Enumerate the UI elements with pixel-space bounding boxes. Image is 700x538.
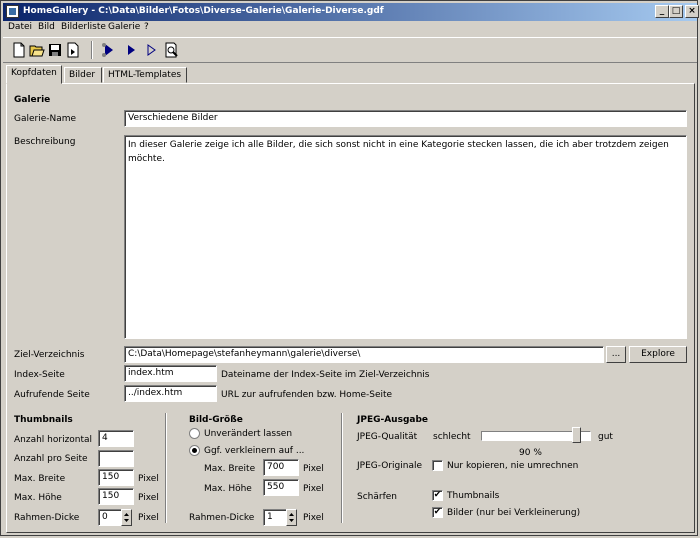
preview-icon[interactable] — [163, 42, 179, 58]
beschreibung-label: Beschreibung — [14, 137, 76, 147]
aufrufende-seite-label: Aufrufende Seite — [14, 390, 90, 400]
tab-bilder-label: Bilder — [69, 70, 96, 80]
thumb-pro-seite-label: Anzahl pro Seite — [14, 454, 88, 464]
run-icon[interactable] — [123, 42, 139, 58]
index-seite-label: Index-Seite — [14, 370, 65, 380]
thumb-breite-unit: Pixel — [138, 474, 159, 484]
run-outline-icon[interactable] — [143, 42, 159, 58]
menu-galerie[interactable]: Galerie — [108, 22, 140, 32]
main-window: HomeGallery - C:\Data\Bilder\Fotos\Diver… — [0, 0, 699, 536]
jpeg-originale-checkbox[interactable] — [432, 460, 443, 471]
galerie-name-label: Galerie-Name — [14, 114, 77, 124]
thumb-rahmen-label: Rahmen-Dicke — [14, 513, 80, 523]
bild-hoehe-input[interactable]: 550 — [263, 479, 299, 496]
tab-html-templates[interactable]: HTML-Templates — [103, 67, 187, 83]
thumbnails-heading: Thumbnails — [14, 415, 73, 425]
radio-unveraendert-label: Unverändert lassen — [204, 429, 293, 439]
aufrufende-seite-hint: URL zur aufrufenden bzw. Home-Seite — [221, 390, 393, 400]
window-title: HomeGallery - C:\Data\Bilder\Fotos\Diver… — [23, 6, 384, 16]
jpeg-quality-low: schlecht — [433, 432, 471, 442]
schaerfen-thumbnails-checkbox[interactable]: ✔ — [432, 490, 443, 501]
open-icon[interactable] — [29, 42, 45, 58]
index-seite-input[interactable]: index.htm — [124, 365, 217, 382]
explore-button[interactable]: Explore — [629, 346, 687, 363]
bild-rahmen-spinner[interactable] — [286, 509, 297, 526]
tab-kopfdaten[interactable]: Kopfdaten — [6, 65, 62, 84]
schaerfen-bilder-option: Bilder (nur bei Verkleinerung) — [447, 508, 581, 518]
thumb-hoehe-input[interactable]: 150 — [98, 488, 134, 505]
bild-rahmen-label: Rahmen-Dicke — [189, 513, 255, 523]
menu-bilderliste[interactable]: Bilderliste — [61, 22, 106, 32]
bildgroesse-heading: Bild-Größe — [189, 415, 243, 425]
bild-breite-input[interactable]: 700 — [263, 459, 299, 476]
thumb-breite-label: Max. Breite — [14, 474, 66, 484]
save-icon[interactable] — [47, 42, 63, 58]
spinner-arrows-icon — [124, 513, 129, 522]
jpeg-originale-option: Nur kopieren, nie umrechnen — [447, 461, 579, 471]
menu-help[interactable]: ? — [144, 22, 149, 32]
thumb-horizontal-label: Anzahl horizontal — [14, 435, 93, 445]
thumb-hoehe-unit: Pixel — [138, 493, 159, 503]
app-icon[interactable] — [6, 5, 19, 18]
radio-unveraendert[interactable] — [189, 428, 200, 439]
beschreibung-textarea[interactable]: In dieser Galerie zeige ich alle Bilder,… — [124, 135, 687, 339]
jpeg-quality-high: gut — [598, 432, 613, 442]
bild-hoehe-unit: Pixel — [303, 484, 324, 494]
menu-bild[interactable]: Bild — [38, 22, 55, 32]
jpeg-heading: JPEG-Ausgabe — [357, 415, 429, 425]
jpeg-quality-slider-thumb[interactable] — [571, 427, 581, 443]
thumb-breite-input[interactable]: 150 — [98, 469, 134, 486]
toolbar — [3, 37, 697, 63]
bild-rahmen-unit: Pixel — [303, 513, 324, 523]
menu-datei[interactable]: Datei — [8, 22, 32, 32]
toolbar-separator — [91, 41, 93, 59]
maximize-button[interactable]: □ — [669, 5, 683, 18]
ziel-verzeichnis-label: Ziel-Verzeichnis — [14, 350, 85, 360]
menu-bar: Datei Bild Bilderliste Galerie ? — [3, 21, 697, 35]
schaerfen-bilder-checkbox[interactable]: ✔ — [432, 507, 443, 518]
index-seite-hint: Dateiname der Index-Seite im Ziel-Verzei… — [221, 370, 430, 380]
radio-verkleinern[interactable] — [189, 445, 200, 456]
aufrufende-seite-input[interactable]: ../index.htm — [124, 385, 217, 402]
jpeg-quality-value: 90 % — [519, 448, 542, 458]
tab-kopfdaten-label: Kopfdaten — [11, 68, 57, 78]
thumb-rahmen-unit: Pixel — [138, 513, 159, 523]
spinner-arrows-icon — [289, 513, 294, 522]
thumb-horizontal-input[interactable]: 4 — [98, 430, 134, 447]
group-separator — [341, 413, 343, 523]
tab-html-templates-label: HTML-Templates — [108, 70, 182, 80]
export-icon[interactable] — [65, 42, 81, 58]
galerie-name-input[interactable]: Verschiedene Bilder — [124, 110, 687, 127]
schaerfen-label: Schärfen — [357, 492, 397, 502]
galerie-heading: Galerie — [14, 95, 51, 105]
schaerfen-thumbnails-option: Thumbnails — [447, 491, 500, 501]
thumb-pro-seite-input[interactable] — [98, 450, 134, 467]
thumb-hoehe-label: Max. Höhe — [14, 493, 62, 503]
browse-button[interactable]: ... — [606, 346, 626, 363]
minimize-button[interactable]: _ — [655, 5, 669, 18]
thumb-rahmen-input[interactable]: 0 — [98, 509, 122, 526]
group-separator — [165, 413, 167, 523]
bild-rahmen-input[interactable]: 1 — [263, 509, 287, 526]
bild-breite-unit: Pixel — [303, 464, 324, 474]
tab-bilder[interactable]: Bilder — [64, 67, 102, 83]
bild-hoehe-label: Max. Höhe — [204, 484, 252, 494]
close-button[interactable]: × — [685, 5, 699, 18]
radio-verkleinern-label: Ggf. verkleinern auf ... — [204, 446, 305, 456]
run-all-icon[interactable] — [101, 42, 117, 58]
ziel-verzeichnis-input[interactable]: C:\Data\Homepage\stefanheymann\galerie\d… — [124, 346, 604, 363]
jpeg-originale-label: JPEG-Originale — [357, 461, 422, 471]
bild-breite-label: Max. Breite — [204, 464, 256, 474]
jpeg-quality-label: JPEG-Qualität — [357, 432, 418, 442]
thumb-rahmen-spinner[interactable] — [121, 509, 132, 526]
new-icon[interactable] — [11, 42, 27, 58]
title-bar[interactable]: HomeGallery - C:\Data\Bilder\Fotos\Diver… — [3, 3, 699, 21]
